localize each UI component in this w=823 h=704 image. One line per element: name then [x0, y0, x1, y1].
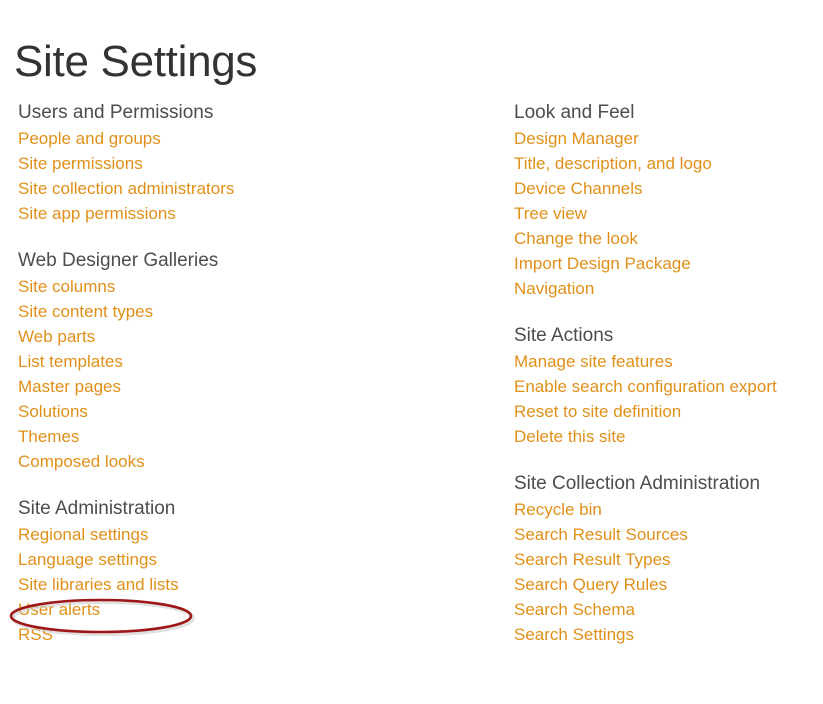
settings-link[interactable]: List templates: [18, 349, 123, 374]
section-heading: Look and Feel: [514, 102, 635, 123]
list-item: People and groups: [18, 126, 488, 151]
settings-link[interactable]: Navigation: [514, 276, 594, 301]
page-title: Site Settings: [14, 37, 258, 87]
list-item: Regional settings: [18, 522, 488, 547]
list-item: Search Result Types: [514, 547, 814, 572]
settings-link[interactable]: Search Schema: [514, 597, 635, 622]
settings-link[interactable]: Reset to site definition: [514, 399, 681, 424]
list-item: Design Manager: [514, 126, 814, 151]
settings-link-list: People and groups Site permissions Site co…: [18, 126, 488, 226]
settings-link[interactable]: Delete this site: [514, 424, 626, 449]
settings-link[interactable]: Site columns: [18, 274, 115, 299]
list-item: Recycle bin: [514, 497, 814, 522]
section-heading: Site Collection Administration: [514, 473, 761, 494]
settings-link[interactable]: Composed looks: [18, 449, 145, 474]
settings-link[interactable]: Web parts: [18, 324, 95, 349]
list-item: Composed looks: [18, 449, 488, 474]
settings-link[interactable]: User alerts: [18, 597, 100, 622]
settings-section: Site Administration Regional settings Lang…: [18, 496, 488, 647]
list-item: Site collection administrators: [18, 176, 488, 201]
list-item: Manage site features: [514, 349, 814, 374]
list-item: Site app permissions: [18, 201, 488, 226]
settings-link[interactable]: People and groups: [18, 126, 161, 151]
settings-link[interactable]: Search Query Rules: [514, 572, 667, 597]
settings-link[interactable]: RSS: [18, 622, 53, 647]
settings-link-list: Recycle bin Search Result Sources Search R…: [514, 497, 814, 647]
list-item: Site columns: [18, 274, 488, 299]
list-item: Import Design Package: [514, 251, 814, 276]
settings-link-list: Regional settings Language settings Site l…: [18, 522, 488, 647]
settings-link[interactable]: Solutions: [18, 399, 88, 424]
list-item: Search Settings: [514, 622, 814, 647]
settings-link[interactable]: Regional settings: [18, 522, 148, 547]
settings-section: Look and Feel Design Manager Title, descri…: [514, 100, 814, 301]
section-heading: Users and Permissions: [18, 102, 214, 123]
list-item: Site libraries and lists: [18, 572, 488, 597]
settings-link[interactable]: Site app permissions: [18, 201, 176, 226]
section-heading: Site Actions: [514, 325, 614, 346]
settings-link[interactable]: Site permissions: [18, 151, 143, 176]
list-item: Solutions: [18, 399, 488, 424]
settings-link-list: Manage site features Enable search config…: [514, 349, 814, 449]
settings-section: Site Actions Manage site features Enable s…: [514, 323, 814, 449]
list-item: RSS: [18, 622, 488, 647]
list-item: Navigation: [514, 276, 814, 301]
settings-link[interactable]: Design Manager: [514, 126, 639, 151]
settings-link[interactable]: Master pages: [18, 374, 121, 399]
list-item: Themes: [18, 424, 488, 449]
settings-link-list: Design Manager Title, description, and lo…: [514, 126, 814, 301]
settings-link[interactable]: Recycle bin: [514, 497, 602, 522]
settings-link[interactable]: Site libraries and lists: [18, 572, 179, 597]
site-settings-page: Site Settings Users and Permissions Peopl…: [0, 0, 823, 704]
settings-link[interactable]: Change the look: [514, 226, 638, 251]
settings-link[interactable]: Site collection administrators: [18, 176, 234, 201]
list-item: Search Query Rules: [514, 572, 814, 597]
settings-column-left: Users and Permissions People and groups Si…: [18, 100, 488, 647]
list-item: Title, description, and logo: [514, 151, 814, 176]
settings-link[interactable]: Import Design Package: [514, 251, 691, 276]
list-item: Site permissions: [18, 151, 488, 176]
settings-link[interactable]: Search Settings: [514, 622, 634, 647]
settings-link[interactable]: Themes: [18, 424, 79, 449]
settings-link[interactable]: Title, description, and logo: [514, 151, 712, 176]
list-item: Reset to site definition: [514, 399, 814, 424]
list-item: Enable search configuration export: [514, 374, 814, 399]
list-item: Device Channels: [514, 176, 814, 201]
settings-link[interactable]: Site content types: [18, 299, 153, 324]
list-item: Change the look: [514, 226, 814, 251]
section-heading: Web Designer Galleries: [18, 250, 219, 271]
list-item: Site content types: [18, 299, 488, 324]
list-item: List templates: [18, 349, 488, 374]
settings-link[interactable]: Search Result Sources: [514, 522, 688, 547]
settings-link[interactable]: Search Result Types: [514, 547, 671, 572]
settings-section: Web Designer Galleries Site columns Site c…: [18, 248, 488, 474]
settings-section: Users and Permissions People and groups Si…: [18, 100, 488, 226]
list-item: Language settings: [18, 547, 488, 572]
list-item: Master pages: [18, 374, 488, 399]
list-item: Web parts: [18, 324, 488, 349]
settings-link-list: Site columns Site content types Web parts L…: [18, 274, 488, 474]
settings-link[interactable]: Tree view: [514, 201, 587, 226]
list-item: User alerts: [18, 597, 488, 622]
list-item: Tree view: [514, 201, 814, 226]
list-item: Search Result Sources: [514, 522, 814, 547]
list-item: Search Schema: [514, 597, 814, 622]
settings-link[interactable]: Enable search configuration export: [514, 374, 777, 399]
settings-link[interactable]: Manage site features: [514, 349, 673, 374]
settings-section: Site Collection Administration Recycle bi…: [514, 471, 814, 647]
settings-column-right: Look and Feel Design Manager Title, descri…: [514, 100, 814, 647]
settings-link[interactable]: Language settings: [18, 547, 157, 572]
settings-link[interactable]: Device Channels: [514, 176, 643, 201]
list-item: Delete this site: [514, 424, 814, 449]
section-heading: Site Administration: [18, 498, 176, 519]
